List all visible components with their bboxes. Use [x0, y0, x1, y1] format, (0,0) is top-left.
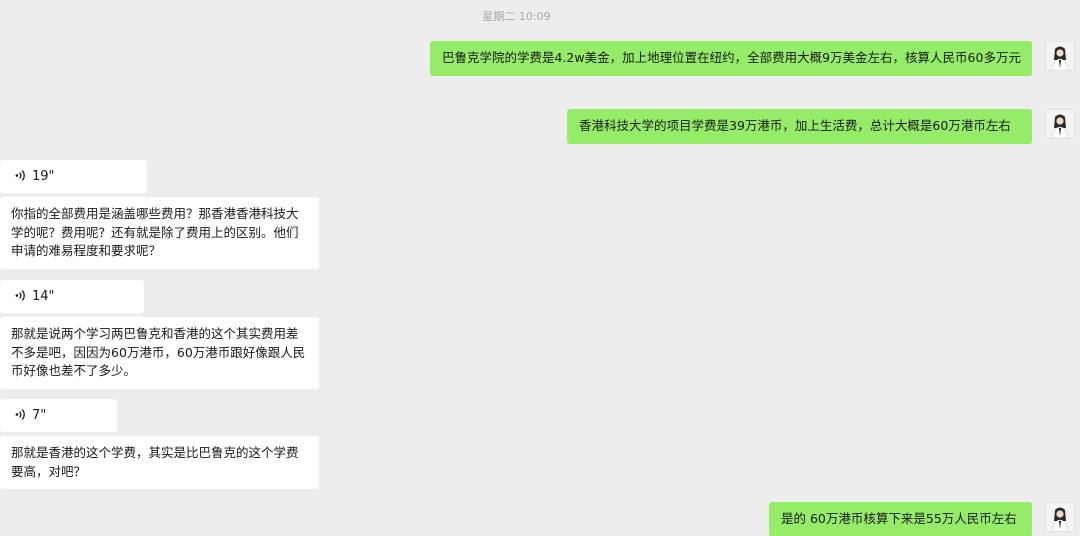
voice-message-bubble[interactable]: 14" — [0, 280, 144, 313]
message-text: 你指的全部费用是涵盖哪些费用？那香港香港科技大学的呢？费用呢？还有就是除了费用上… — [11, 206, 299, 258]
voice-duration: 7" — [32, 408, 47, 423]
voice-message-bubble[interactable]: 7" — [0, 399, 117, 432]
user-avatar-icon[interactable] — [1045, 502, 1075, 532]
voice-wave-icon — [15, 290, 25, 301]
message-timestamp: 星期二 10:09 — [482, 10, 551, 23]
outgoing-message-bubble[interactable]: 香港科技大学的项目学费是39万港币，加上生活费，总计大概是60万港币左右 — [567, 109, 1032, 144]
message-text: 香港科技大学的项目学费是39万港币，加上生活费，总计大概是60万港币左右 — [579, 118, 1011, 133]
message-text: 是的 60万港币核算下来是55万人民币左右 — [781, 511, 1017, 526]
voice-message-bubble[interactable]: 19" — [0, 160, 147, 193]
incoming-message-bubble[interactable]: 那就是说两个学习两巴鲁克和香港的这个其实费用差不多是吧，因因为60万港币，60万… — [0, 317, 319, 389]
message-text: 巴鲁克学院的学费是4.2w美金，加上地理位置在纽约，全部费用大概9万美金左右，核… — [442, 50, 1021, 65]
chat-window: 星期二 10:09 巴鲁克学院的学费是4.2w美金，加上地理位置在纽约，全部费用… — [0, 0, 1080, 536]
voice-wave-icon — [15, 409, 25, 420]
user-avatar-icon[interactable] — [1045, 41, 1075, 71]
message-text: 那就是香港的这个学费，其实是比巴鲁克的这个学费要高，对吧？ — [11, 445, 299, 479]
voice-wave-icon — [15, 170, 25, 181]
voice-duration: 19" — [32, 169, 55, 184]
voice-duration: 14" — [32, 289, 55, 304]
incoming-message-bubble[interactable]: 那就是香港的这个学费，其实是比巴鲁克的这个学费要高，对吧？ — [0, 436, 319, 489]
message-text: 那就是说两个学习两巴鲁克和香港的这个其实费用差不多是吧，因因为60万港币，60万… — [11, 326, 306, 378]
outgoing-message-bubble[interactable]: 巴鲁克学院的学费是4.2w美金，加上地理位置在纽约，全部费用大概9万美金左右，核… — [430, 41, 1032, 76]
outgoing-message-bubble[interactable]: 是的 60万港币核算下来是55万人民币左右 — [769, 502, 1032, 536]
incoming-message-bubble[interactable]: 你指的全部费用是涵盖哪些费用？那香港香港科技大学的呢？费用呢？还有就是除了费用上… — [0, 197, 319, 269]
user-avatar-icon[interactable] — [1045, 109, 1075, 139]
